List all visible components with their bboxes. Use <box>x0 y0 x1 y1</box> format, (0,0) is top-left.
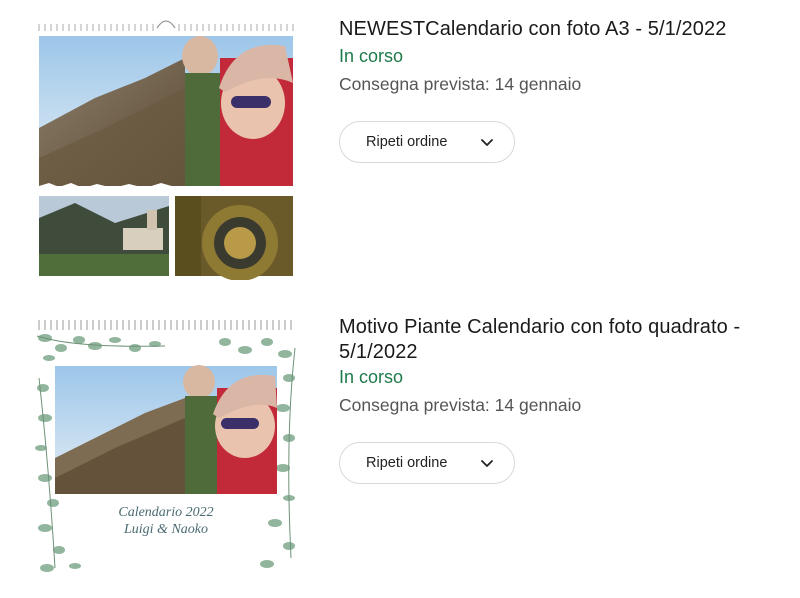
calendar-caption-line2: Luigi & Naoko <box>123 522 208 537</box>
calendar-caption-line1: Calendario 2022 <box>118 505 213 520</box>
order-title[interactable]: NEWESTCalendario con foto A3 - 5/1/2022 <box>339 17 789 42</box>
order-status: In corso <box>339 367 404 387</box>
order-info: Motivo Piante Calendario con foto quadra… <box>339 315 789 484</box>
order-item: Calendario 2022 Luigi & Naoko Motivo Pia… <box>0 300 800 598</box>
chevron-down-icon <box>481 460 493 467</box>
delivery-estimate: Consegna prevista: 14 gennaio <box>339 395 582 415</box>
reorder-button-label: Ripeti ordine <box>366 455 448 471</box>
product-thumbnail[interactable]: Calendario 2022 Luigi & Naoko <box>35 318 297 576</box>
order-info: NEWESTCalendario con foto A3 - 5/1/2022 … <box>339 17 789 163</box>
reorder-button-label: Ripeti ordine <box>366 134 448 150</box>
chevron-down-icon <box>481 139 493 146</box>
calendar-square-preview: Calendario 2022 Luigi & Naoko <box>35 318 297 576</box>
reorder-button[interactable]: Ripeti ordine <box>339 442 515 484</box>
calendar-a3-preview <box>35 18 297 280</box>
product-thumbnail[interactable] <box>35 18 297 280</box>
delivery-estimate: Consegna prevista: 14 gennaio <box>339 74 582 94</box>
order-item: NEWESTCalendario con foto A3 - 5/1/2022 … <box>0 0 800 290</box>
order-title[interactable]: Motivo Piante Calendario con foto quadra… <box>339 315 789 365</box>
order-status: In corso <box>339 46 404 66</box>
reorder-button[interactable]: Ripeti ordine <box>339 121 515 163</box>
